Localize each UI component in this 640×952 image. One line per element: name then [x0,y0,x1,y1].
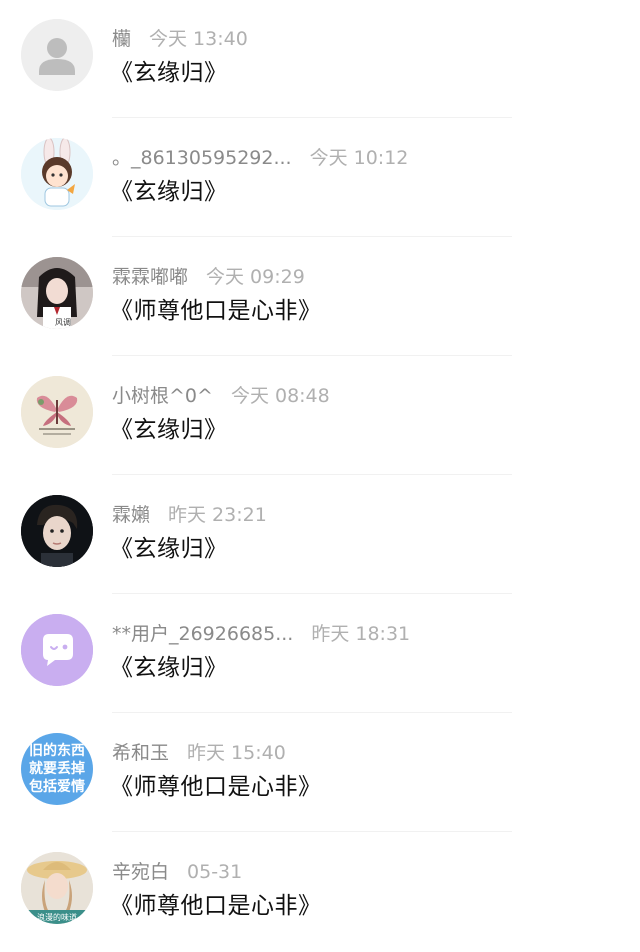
sender-name: 欗 [112,28,132,50]
avatar[interactable] [21,495,93,567]
avatar[interactable] [21,376,93,448]
message-meta: 欗今天 13:40 [112,26,248,52]
message-list: 欗今天 13:40 《玄缘归》 。_86130595292... 今天 10:12… [0,0,640,942]
avatar-text-line: 包括爱情 [29,779,85,795]
message-text: 《师尊他口是心非》 [110,298,322,324]
message-meta: 辛宛白 05-31 [112,859,242,885]
message-text: 《师尊他口是心非》 [110,774,322,800]
message-meta: 。_86130595292... 今天 10:12 [112,145,408,171]
message-time: 05-31 [187,861,243,883]
butterfly-avatar [21,376,93,448]
message-item[interactable]: 霖嬾 昨天 23:21 《玄缘归》 [0,476,640,595]
svg-text:浪漫的味道: 浪漫的味道 [37,912,77,922]
divider [112,712,512,713]
message-time: 今天 13:40 [149,28,248,50]
message-time: 昨天 23:21 [168,504,267,526]
divider [112,831,512,832]
avatar-text-line: 旧的东西 [29,743,85,759]
avatar[interactable] [21,614,93,686]
avatar[interactable]: 风调 [21,257,93,329]
text-avatar: 旧的东西 就要丢掉 包括爱情 [21,733,93,805]
sender-name: 。_86130595292... [112,147,292,169]
message-text: 《师尊他口是心非》 [110,893,322,919]
message-time: 今天 09:29 [206,266,305,288]
bunny-boy-avatar [21,138,93,210]
avatar[interactable]: 浪漫的味道 [21,852,93,924]
avatar[interactable]: 旧的东西 就要丢掉 包括爱情 [21,733,93,805]
default-user-icon [21,19,93,91]
message-item[interactable]: 浪漫的味道 辛宛白 05-31 《师尊他口是心非》 [0,833,640,952]
divider [112,236,512,237]
message-item[interactable]: 旧的东西 就要丢掉 包括爱情 希和玉 昨天 15:40 《师尊他口是心非》 [0,714,640,833]
message-meta: 霖霖嘟嘟 今天 09:29 [112,264,305,290]
girl-photo-avatar: 风调 [21,257,93,329]
svg-text:风调: 风调 [55,318,71,327]
message-time: 今天 08:48 [230,385,330,407]
message-time: 昨天 18:31 [311,623,411,645]
avatar[interactable] [21,138,93,210]
divider [112,474,512,475]
message-meta: 霖嬾 昨天 23:21 [112,502,267,528]
message-text: 《玄缘归》 [110,60,228,86]
message-text: 《玄缘归》 [110,179,228,205]
boy-photo-avatar [21,495,93,567]
sender-name: **用户_26926685... [112,623,294,645]
message-time: 今天 10:12 [309,147,409,169]
message-meta: 小树根^0^ 今天 08:48 [112,383,330,409]
message-text: 《玄缘归》 [110,417,228,443]
message-text: 《玄缘归》 [110,655,228,681]
message-meta: 希和玉 昨天 15:40 [112,740,286,766]
woman-hat-avatar: 浪漫的味道 [21,852,93,924]
sender-name: 希和玉 [112,742,170,764]
avatar-text-line: 就要丢掉 [29,761,85,777]
message-item[interactable]: 欗今天 13:40 《玄缘归》 [0,0,640,119]
divider [112,593,512,594]
message-item[interactable]: 。_86130595292... 今天 10:12 《玄缘归》 [0,119,640,238]
divider [112,117,512,118]
chat-bubble-icon [21,614,93,686]
message-text: 《玄缘归》 [110,536,228,562]
message-meta: **用户_26926685... 昨天 18:31 [112,621,410,647]
sender-name: 霖霖嘟嘟 [112,266,189,288]
sender-name: 辛宛白 [112,861,170,883]
avatar[interactable] [21,19,93,91]
message-item[interactable]: **用户_26926685... 昨天 18:31 《玄缘归》 [0,595,640,714]
sender-name: 霖嬾 [112,504,151,526]
sender-name: 小树根^0^ [112,385,213,407]
message-item[interactable]: 风调 霖霖嘟嘟 今天 09:29 《师尊他口是心非》 [0,238,640,357]
divider [112,355,512,356]
message-time: 昨天 15:40 [187,742,286,764]
message-item[interactable]: 小树根^0^ 今天 08:48 《玄缘归》 [0,357,640,476]
